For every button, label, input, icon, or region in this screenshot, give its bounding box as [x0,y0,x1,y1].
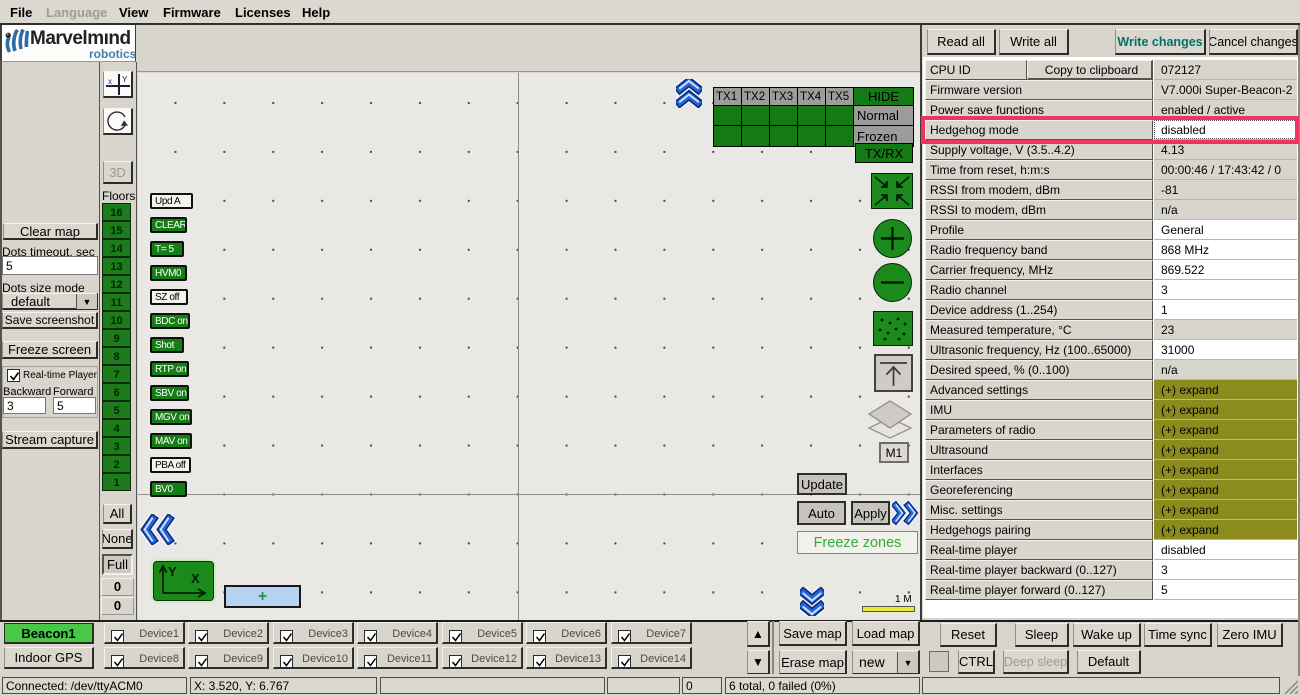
svg-text:x: x [108,77,112,86]
svg-text:X: X [191,571,200,586]
svg-text:Y: Y [122,75,128,84]
svg-text:Y: Y [168,564,177,579]
